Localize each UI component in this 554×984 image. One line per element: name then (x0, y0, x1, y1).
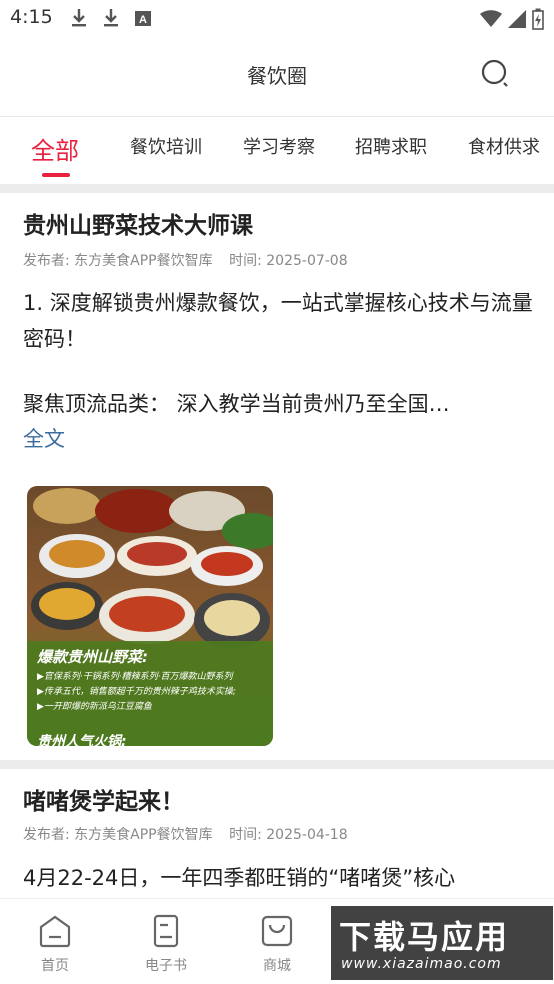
image-list-item: ▶一开即爆的新派乌江豆腐鱼 (37, 702, 152, 712)
status-time: 4:15 (10, 6, 53, 28)
divider (0, 184, 554, 193)
battery-icon (532, 8, 544, 30)
post-time: 时间: 2025-07-08 (229, 253, 348, 269)
tab-all[interactable]: 全部 (31, 131, 79, 166)
ebook-icon (153, 914, 179, 948)
download-icon (72, 9, 86, 27)
nav-shop[interactable]: 商城 (237, 913, 317, 975)
nav-label: 电子书 (145, 958, 187, 974)
status-bar: 4:15 A (0, 0, 554, 40)
notification-icons: A (70, 8, 152, 28)
divider (0, 760, 554, 769)
tab-recruitment[interactable]: 招聘求职 (355, 133, 427, 159)
watermark-text: 下载马应用 (339, 918, 510, 956)
app-notification-icon: A (135, 11, 151, 26)
post-image[interactable]: 爆款贵州山野菜: ▶官保系列·干锅系列·糟辣系列·百万爆款山野系列 ▶传承五代，… (27, 486, 273, 746)
post-body-paragraph: 4月22-24日，一年四季都旺销的“啫啫煲”核心 (23, 866, 456, 890)
tab-ingredient-supply[interactable]: 食材供求 (468, 133, 540, 159)
search-icon (481, 59, 508, 87)
home-icon (39, 915, 71, 948)
post-publisher: 发布者: 东方美食APP餐饮智库 (23, 253, 213, 269)
image-list-item: ▶传承五代，销售额超千万的贵州辣子鸡技术实操; (37, 687, 236, 697)
shop-bag-icon (261, 915, 293, 947)
image-caption: 爆款贵州山野菜: (37, 648, 148, 666)
tab-catering-training[interactable]: 餐饮培训 (130, 133, 202, 159)
image-list-item: ▶官保系列·干锅系列·糟辣系列·百万爆款山野系列 (37, 672, 233, 682)
image-caption: 贵州人气火锅: (37, 734, 127, 746)
image-list: ▶官保系列·干锅系列·糟辣系列·百万爆款山野系列 ▶传承五代，销售额超千万的贵州… (37, 670, 236, 715)
search-button[interactable] (478, 56, 514, 92)
active-tab-indicator (42, 173, 70, 177)
post-title[interactable]: 啫啫煲学起来！ (23, 782, 184, 816)
post-meta: 发布者: 东方美食APP餐饮智库 时间: 2025-07-08 (23, 250, 348, 270)
post-body-paragraph: 1. 深度解锁贵州爆款餐饮，一站式掌握核心技术与流量密码！ (23, 291, 533, 351)
nav-label: 商城 (263, 958, 291, 974)
post-title[interactable]: 贵州山野菜技术大师课 (23, 206, 253, 240)
signal-icon (508, 10, 526, 28)
app-header: 餐饮圈 (0, 40, 554, 110)
post-publisher: 发布者: 东方美食APP餐饮智库 (23, 827, 213, 843)
category-tabs: 全部 餐饮培训 学习考察 招聘求职 食材供求 (0, 116, 554, 186)
full-text-link[interactable]: 全文 (23, 423, 65, 453)
download-icon (104, 9, 118, 27)
watermark-url: www.xiazaimao.com (341, 956, 502, 972)
post-body-paragraph: 聚焦顶流品类： 深入教学当前贵州乃至全国… (23, 392, 450, 416)
post-time: 时间: 2025-04-18 (229, 827, 348, 843)
page-title: 餐饮圈 (247, 64, 307, 88)
nav-ebook[interactable]: 电子书 (126, 913, 206, 975)
system-icons (480, 8, 544, 30)
post-meta: 发布者: 东方美食APP餐饮智库 时间: 2025-04-18 (23, 824, 348, 844)
nav-label: 首页 (41, 958, 69, 974)
nav-home[interactable]: 首页 (15, 913, 95, 975)
wifi-icon (480, 10, 502, 27)
watermark: 下载马应用 www.xiazaimao.com (331, 906, 553, 980)
svg-text:A: A (139, 14, 147, 26)
tab-study-tour[interactable]: 学习考察 (243, 133, 315, 159)
